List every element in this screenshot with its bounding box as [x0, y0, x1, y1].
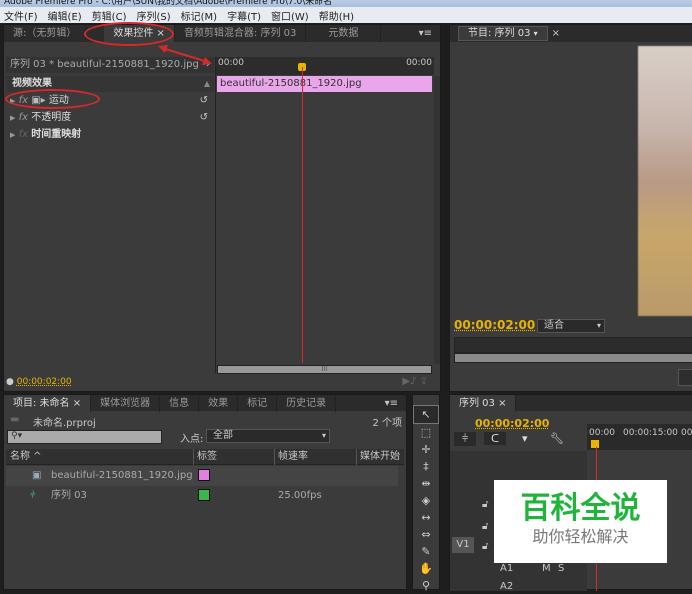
menu-clip[interactable]: 剪辑(C): [92, 8, 127, 23]
effect-row-time-remap[interactable]: ▶ fx 时间重映射: [6, 127, 214, 143]
project-item[interactable]: ⫩ 序列 03 25.00fps: [6, 486, 398, 506]
ripple-edit-tool-icon[interactable]: ✛: [413, 441, 439, 458]
sequence-icon: ⫩: [30, 490, 36, 501]
menu-help[interactable]: 帮助(H): [319, 8, 354, 23]
vertical-scrollbar[interactable]: [434, 76, 440, 364]
lock-icon[interactable]: 🔓︎: [482, 499, 488, 510]
tab-info[interactable]: 信息: [160, 394, 200, 412]
hand-tool-icon[interactable]: ✋: [413, 560, 439, 577]
tab-metadata[interactable]: 元数据: [306, 25, 382, 42]
window-title: Adobe Premiere Pro - C:\用户\SUN\我的文档\Adob…: [0, 0, 692, 7]
track-v1[interactable]: V1: [452, 537, 474, 553]
project-file-name: 未命名.prproj: [33, 418, 96, 429]
rate-stretch-tool-icon[interactable]: ⇹: [413, 475, 439, 492]
marker-button[interactable]: [678, 369, 692, 386]
close-icon[interactable]: ×: [552, 28, 560, 39]
item-count: 2 个项: [372, 418, 402, 429]
lock-icon[interactable]: 🔓︎: [482, 521, 488, 532]
export-icon[interactable]: ▶♪ ⇪: [402, 376, 428, 387]
slide-tool-icon[interactable]: ⇔: [413, 526, 439, 543]
search-icon: ⚲▾: [11, 431, 23, 441]
menu-bar: 文件(F) 编辑(E) 剪辑(C) 序列(S) 标记(M) 字幕(T) 窗口(W…: [0, 7, 692, 23]
menu-window[interactable]: 窗口(W): [271, 8, 309, 23]
col-name[interactable]: 名称 ^: [10, 449, 42, 465]
menu-title[interactable]: 字幕(T): [227, 8, 261, 23]
search-input[interactable]: ⚲▾: [7, 430, 162, 444]
project-item[interactable]: ▣ beautiful-2150881_1920.jpg: [6, 466, 398, 486]
nest-icon[interactable]: ⫩: [454, 432, 476, 446]
solo-button[interactable]: S: [558, 563, 564, 574]
current-timecode[interactable]: ● 00:00:02:00: [6, 377, 72, 387]
label-swatch[interactable]: [198, 489, 210, 501]
column-headers: 名称 ^ 标签 帧速率 媒体开始: [6, 449, 404, 465]
menu-sequence[interactable]: 序列(S): [136, 8, 170, 23]
project-panel: 项目: 未命名 × 媒体浏览器 信息 效果 标记 历史记录 ▾≡ ▬ 未命名.p…: [3, 394, 407, 590]
col-media-start[interactable]: 媒体开始: [356, 449, 400, 465]
col-framerate[interactable]: 帧速率: [274, 449, 308, 465]
tab-effects[interactable]: 效果: [199, 394, 239, 412]
video-preview: [638, 46, 692, 316]
track-a2[interactable]: A2: [500, 581, 513, 592]
add-marker-icon[interactable]: ▾: [522, 432, 528, 445]
tab-sequence[interactable]: 序列 03 ×: [450, 394, 517, 412]
tab-source[interactable]: 源:（无剪辑）: [4, 25, 87, 42]
tab-history[interactable]: 历史记录: [277, 394, 337, 412]
tab-project[interactable]: 项目: 未命名 ×: [4, 394, 92, 412]
mini-timeline-ruler[interactable]: 00:00 00:00: [216, 57, 434, 75]
image-file-icon: ▣: [32, 470, 42, 481]
program-timecode[interactable]: 00:00:02:00: [454, 318, 535, 332]
selection-tool-icon[interactable]: ↖: [413, 405, 439, 424]
effect-row-opacity[interactable]: ▶ fx 不透明度 ↺: [6, 110, 214, 126]
tab-program[interactable]: 节目: 序列 03 ▾: [458, 26, 548, 41]
track-a1[interactable]: A1: [500, 563, 513, 574]
horizontal-scrollbar[interactable]: III: [217, 365, 432, 374]
annotation-arrow: [158, 45, 212, 65]
wrench-icon[interactable]: 🔧︎: [550, 432, 564, 445]
tab-media-browser[interactable]: 媒体浏览器: [91, 394, 161, 412]
tools-panel: ↖ ⬚ ✛ ‡ ⇹ ◈ ↔ ⇔ ✎ ✋ ⚲: [412, 394, 440, 592]
panel-menu-icon[interactable]: ▾≡: [419, 28, 440, 39]
snap-icon[interactable]: ᑕ: [484, 432, 506, 445]
annotation-ellipse: [5, 89, 100, 109]
tab-markers[interactable]: 标记: [238, 394, 278, 412]
menu-marker[interactable]: 标记(M): [181, 8, 217, 23]
program-ruler[interactable]: [454, 337, 692, 353]
razor-tool-icon[interactable]: ◈: [413, 492, 439, 509]
playhead-handle[interactable]: [591, 440, 599, 448]
program-scrollbar[interactable]: [454, 353, 692, 363]
lock-icon[interactable]: 🔓︎: [482, 541, 488, 552]
panel-menu-icon[interactable]: ▾≡: [385, 398, 406, 409]
rolling-edit-tool-icon[interactable]: ‡: [413, 458, 439, 475]
menu-file[interactable]: 文件(F): [4, 8, 38, 23]
program-monitor-panel: 节目: 序列 03 ▾ × 00:00:02:00 适合 ▾: [449, 24, 692, 392]
inpoint-label: 入点:: [180, 434, 204, 445]
timeline-timecode[interactable]: 00:00:02:00: [475, 417, 549, 430]
clip-bar[interactable]: beautiful-2150881_1920.jpg: [217, 76, 432, 92]
effect-controls-panel: 源:（无剪辑） 效果控件 × 音频剪辑混合器: 序列 03 元数据 ▾≡ 序列 …: [3, 24, 441, 392]
pen-tool-icon[interactable]: ✎: [413, 543, 439, 560]
zoom-tool-icon[interactable]: ⚲: [413, 577, 439, 594]
menu-edit[interactable]: 编辑(E): [48, 8, 82, 23]
slip-tool-icon[interactable]: ↔: [413, 509, 439, 526]
mute-button[interactable]: M: [542, 563, 551, 574]
reset-icon[interactable]: ↺: [200, 110, 208, 126]
playhead-line: [302, 67, 303, 363]
panel-tabs: 源:（无剪辑） 效果控件 × 音频剪辑混合器: 序列 03 元数据 ▾≡: [4, 25, 440, 42]
label-swatch[interactable]: [198, 469, 210, 481]
track-select-tool-icon[interactable]: ⬚: [413, 424, 439, 441]
inpoint-dropdown[interactable]: 全部 ▾: [206, 429, 330, 443]
watermark: 百科全说 助你轻松解决: [494, 480, 667, 563]
timeline-ruler[interactable]: 00:00 00:00:15:00 00: [587, 424, 692, 450]
folder-icon: ▬: [10, 414, 20, 425]
col-label[interactable]: 标签: [193, 449, 217, 465]
reset-icon[interactable]: ↺: [200, 93, 208, 109]
fit-dropdown[interactable]: 适合 ▾: [537, 319, 605, 333]
